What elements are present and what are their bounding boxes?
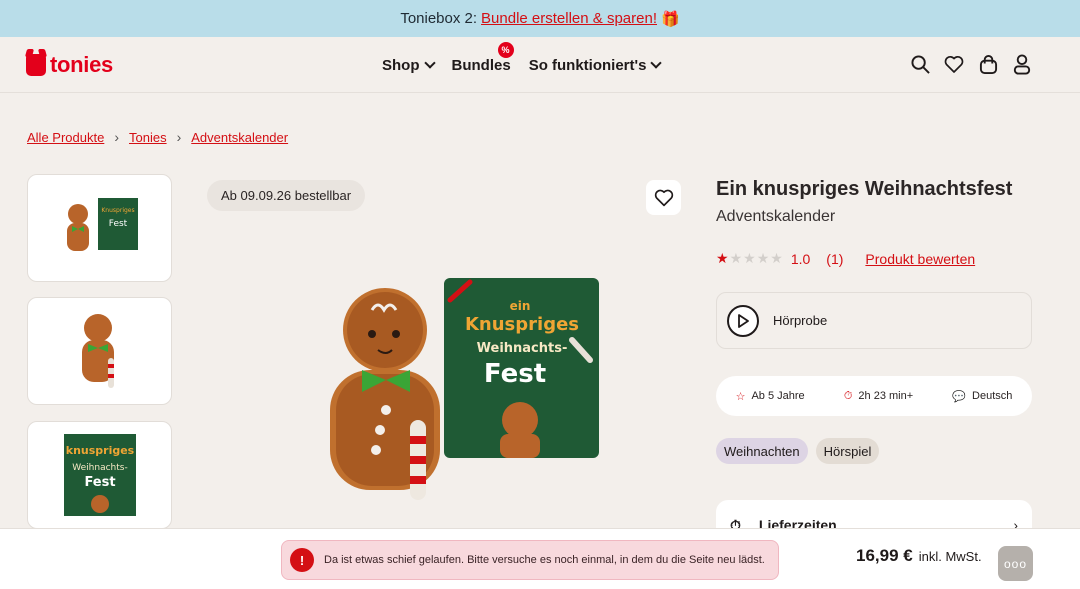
site-header: tonies Shop Bundles % So funktioniert's [0, 37, 1080, 93]
nav-bundles[interactable]: Bundles % [451, 41, 514, 74]
tag-hoerspiel[interactable]: Hörspiel [815, 438, 880, 464]
svg-text:knuspriges: knuspriges [65, 444, 134, 457]
heart-icon[interactable] [944, 53, 964, 75]
nav-how-it-works[interactable]: So funktioniert's [528, 56, 663, 74]
promo-banner: Toniebox 2: Bundle erstellen & sparen! 🎁 [0, 0, 1080, 37]
star-icon: ★ [716, 250, 729, 266]
product-subtitle: Adventskalender [716, 208, 836, 225]
nav-how-label: So funktioniert's [528, 56, 647, 74]
product-hero-image: ein Knuspriges Weihnachts- Fest [300, 270, 610, 520]
promo-text: Toniebox 2: [400, 10, 478, 27]
main-nav: Shop Bundles % So funktioniert's [382, 37, 663, 93]
play-icon[interactable] [727, 304, 759, 337]
timer-icon: ⏱ [843, 389, 853, 402]
meta-language-label: Deutsch [972, 390, 1013, 402]
breadcrumb: Alle Produkte › Tonies › Adventskalender [27, 129, 288, 145]
cover-line3: Weihnachts- [477, 341, 568, 356]
thumbnail-cover[interactable]: knuspriges Weihnachts- Fest [27, 421, 172, 529]
rate-product-link[interactable]: Produkt bewerten [865, 251, 975, 267]
nav-shop[interactable]: Shop [382, 56, 436, 74]
chevron-right-icon: › [176, 129, 182, 145]
svg-text:Knuspriges: Knuspriges [101, 207, 134, 214]
error-icon: ! [290, 548, 314, 572]
cover-line2: Knuspriges [465, 314, 579, 335]
thumbnail-image [81, 314, 114, 388]
gift-icon: 🎁 [661, 10, 680, 28]
breadcrumb-all-products[interactable]: Alle Produkte [27, 130, 104, 145]
rating: ★ ★ ★ ★ ★ 1.0 (1) Produkt bewerten [716, 250, 975, 267]
rating-value: 1.0 [790, 250, 811, 267]
logo-mark-icon [26, 53, 46, 76]
logo-text: tonies [50, 51, 113, 77]
heart-icon [654, 189, 673, 206]
nav-shop-label: Shop [382, 56, 420, 74]
user-icon[interactable] [1012, 53, 1032, 75]
meta-language: 💬 Deutsch [952, 390, 1012, 403]
star-rating: ★ ★ ★ ★ ★ [716, 250, 783, 267]
header-actions [910, 53, 1032, 75]
more-options-button[interactable]: ooo [998, 546, 1033, 581]
price: 16,99 € inkl. MwSt. [856, 546, 982, 566]
audio-sample[interactable]: Hörprobe [716, 292, 1032, 349]
star-outline-icon: ☆ [735, 390, 746, 403]
meta-duration: ⏱ 2h 23 min+ [844, 390, 913, 403]
star-icon: ★ [729, 250, 743, 266]
thumbnail-image: knuspriges Weihnachts- Fest [63, 434, 136, 516]
speech-bubble-icon: 💬 [952, 390, 967, 403]
meta-age-label: Ab 5 Jahre [751, 390, 805, 402]
wishlist-button[interactable] [646, 180, 681, 215]
cover-line4: Fest [484, 359, 546, 389]
bag-icon[interactable] [978, 53, 998, 75]
svg-text:Fest: Fest [84, 475, 115, 490]
svg-text:Fest: Fest [108, 219, 127, 229]
breadcrumb-tonies[interactable]: Tonies [129, 130, 167, 145]
tag-list: Weihnachten Hörspiel [716, 438, 880, 464]
meta-age: ☆ Ab 5 Jahre [736, 390, 805, 403]
star-icon: ★ [756, 250, 770, 266]
chevron-down-icon [650, 57, 663, 69]
thumbnail-figure[interactable] [27, 297, 172, 405]
discount-badge: % [497, 41, 514, 58]
star-icon: ★ [743, 250, 756, 266]
breadcrumb-adventskalender[interactable]: Adventskalender [191, 130, 288, 145]
thumbnail-image: Knuspriges Fest [66, 198, 138, 251]
audio-sample-label: Hörprobe [773, 313, 828, 328]
meta-duration-label: 2h 23 min+ [858, 390, 914, 402]
error-message: Da ist etwas schief gelaufen. Bitte vers… [324, 554, 765, 566]
svg-text:Weihnachts-: Weihnachts- [72, 463, 127, 473]
vat-note: inkl. MwSt. [918, 549, 982, 564]
price-value: 16,99 € [856, 546, 913, 565]
chevron-right-icon: › [114, 129, 119, 145]
tag-weihnachten[interactable]: Weihnachten [716, 438, 808, 464]
star-icon: ★ [770, 250, 783, 266]
chevron-down-icon [423, 57, 436, 69]
thumbnail-figure-and-cover[interactable]: Knuspriges Fest [27, 174, 172, 282]
rating-count[interactable]: (1) [826, 251, 843, 267]
promo-link[interactable]: Bundle erstellen & sparen! [481, 10, 657, 27]
product-title: Ein knuspriges Weihnachtsfest [716, 178, 1013, 200]
nav-bundles-label: Bundles [451, 56, 511, 74]
cover-line1: ein [510, 299, 531, 313]
search-icon[interactable] [910, 53, 930, 75]
availability-badge: Ab 09.09.26 bestellbar [207, 180, 366, 211]
product-meta: ☆ Ab 5 Jahre ⏱ 2h 23 min+ 💬 Deutsch [716, 376, 1032, 416]
tonies-logo[interactable]: tonies [26, 52, 113, 78]
error-toast: ! Da ist etwas schief gelaufen. Bitte ve… [281, 540, 779, 580]
